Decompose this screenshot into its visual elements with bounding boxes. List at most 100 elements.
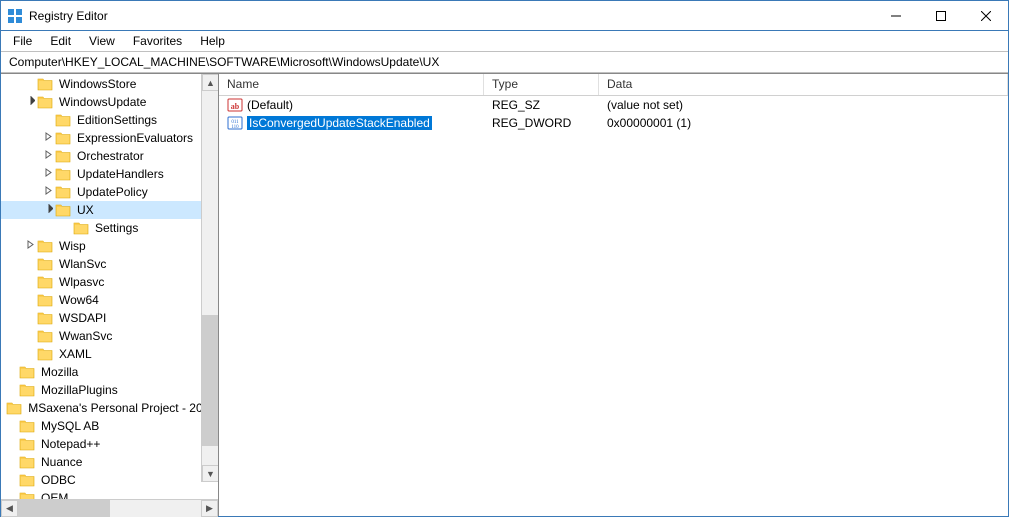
tree-item-label: Mozilla <box>39 365 80 379</box>
tree-vertical-scrollbar[interactable]: ▲ ▼ <box>201 74 218 482</box>
tree-item-label: UpdatePolicy <box>75 185 150 199</box>
tree-item[interactable]: Settings <box>1 219 218 237</box>
values-list[interactable]: ab(Default)REG_SZ(value not set)011110Is… <box>219 96 1008 516</box>
expand-icon[interactable] <box>23 240 37 252</box>
column-data[interactable]: Data <box>599 74 1008 95</box>
tree-panel: WindowsStore WindowsUpdateEditionSettings… <box>1 74 219 516</box>
menu-edit[interactable]: Edit <box>42 32 79 50</box>
tree-item[interactable]: Wisp <box>1 237 218 255</box>
scroll-up-button[interactable]: ▲ <box>202 74 218 91</box>
menu-help[interactable]: Help <box>192 32 233 50</box>
tree-item[interactable]: EditionSettings <box>1 111 218 129</box>
content-area: WindowsStore WindowsUpdateEditionSettings… <box>1 73 1008 516</box>
tree-item-label: OEM <box>39 491 70 499</box>
tree-item[interactable]: MozillaPlugins <box>1 381 218 399</box>
value-row[interactable]: ab(Default)REG_SZ(value not set) <box>219 96 1008 114</box>
scroll-down-button[interactable]: ▼ <box>202 465 218 482</box>
menubar: File Edit View Favorites Help <box>1 31 1008 51</box>
minimize-button[interactable] <box>873 1 918 30</box>
collapse-icon[interactable] <box>41 204 55 216</box>
folder-icon <box>19 365 35 379</box>
tree-item-label: MSaxena's Personal Project - 2010 <box>26 401 218 415</box>
tree-item-label: Nuance <box>39 455 84 469</box>
scroll-track[interactable] <box>18 500 201 517</box>
tree-item-label: WlanSvc <box>57 257 108 271</box>
column-type[interactable]: Type <box>484 74 599 95</box>
folder-icon <box>55 149 71 163</box>
tree-item-label: MozillaPlugins <box>39 383 120 397</box>
tree-item[interactable]: ExpressionEvaluators <box>1 129 218 147</box>
tree-item[interactable]: ODBC <box>1 471 218 489</box>
tree-item[interactable]: WwanSvc <box>1 327 218 345</box>
menu-favorites[interactable]: Favorites <box>125 32 190 50</box>
tree-item-label: Wlpasvc <box>57 275 106 289</box>
folder-icon <box>19 437 35 451</box>
expand-icon[interactable] <box>41 132 55 144</box>
tree-item-label: WwanSvc <box>57 329 114 343</box>
values-panel: Name Type Data ab(Default)REG_SZ(value n… <box>219 74 1008 516</box>
scroll-thumb[interactable] <box>202 315 218 446</box>
tree-item[interactable]: UpdatePolicy <box>1 183 218 201</box>
expand-icon[interactable] <box>41 168 55 180</box>
binary-value-icon: 011110 <box>227 115 243 131</box>
folder-icon <box>6 401 22 415</box>
tree-item-label: Wisp <box>57 239 88 253</box>
tree-item[interactable]: OEM <box>1 489 218 499</box>
window-controls <box>873 1 1008 30</box>
tree-item[interactable]: XAML <box>1 345 218 363</box>
folder-icon <box>19 419 35 433</box>
tree-item[interactable]: Nuance <box>1 453 218 471</box>
tree-item[interactable]: Wlpasvc <box>1 273 218 291</box>
column-name[interactable]: Name <box>219 74 484 95</box>
value-type: REG_SZ <box>484 98 599 112</box>
tree-item[interactable]: MySQL AB <box>1 417 218 435</box>
expand-icon[interactable] <box>41 150 55 162</box>
tree-item[interactable]: MSaxena's Personal Project - 2010 <box>1 399 218 417</box>
menu-file[interactable]: File <box>5 32 40 50</box>
folder-icon <box>37 239 53 253</box>
scroll-track[interactable] <box>202 91 218 465</box>
address-input[interactable] <box>7 54 1002 70</box>
tree-item[interactable]: WindowsUpdate <box>1 93 218 111</box>
folder-icon <box>73 221 89 235</box>
scroll-left-button[interactable]: ◀ <box>1 500 18 517</box>
app-icon <box>7 8 23 24</box>
expand-icon[interactable] <box>41 186 55 198</box>
folder-icon <box>37 275 53 289</box>
tree-horizontal-scrollbar[interactable]: ◀ ▶ <box>1 499 218 516</box>
tree-item[interactable]: WlanSvc <box>1 255 218 273</box>
scroll-right-button[interactable]: ▶ <box>201 500 218 517</box>
tree-item[interactable]: Notepad++ <box>1 435 218 453</box>
tree-item-label: WSDAPI <box>57 311 108 325</box>
folder-icon <box>37 77 53 91</box>
window-title: Registry Editor <box>29 9 108 23</box>
value-row[interactable]: 011110IsConvergedUpdateStackEnabledREG_D… <box>219 114 1008 132</box>
folder-icon <box>37 293 53 307</box>
tree-item[interactable]: Wow64 <box>1 291 218 309</box>
registry-tree[interactable]: WindowsStore WindowsUpdateEditionSettings… <box>1 74 218 499</box>
tree-item[interactable]: UX <box>1 201 218 219</box>
collapse-icon[interactable] <box>23 96 37 108</box>
tree-item[interactable]: UpdateHandlers <box>1 165 218 183</box>
tree-item-label: MySQL AB <box>39 419 101 433</box>
tree-item[interactable]: Orchestrator <box>1 147 218 165</box>
folder-icon <box>19 455 35 469</box>
maximize-button[interactable] <box>918 1 963 30</box>
tree-item[interactable]: WindowsStore <box>1 75 218 93</box>
tree-item-label: ExpressionEvaluators <box>75 131 195 145</box>
tree-item[interactable]: Mozilla <box>1 363 218 381</box>
folder-icon <box>37 347 53 361</box>
tree-item-label: UpdateHandlers <box>75 167 166 181</box>
titlebar[interactable]: Registry Editor <box>1 1 1008 31</box>
tree-item-label: WindowsStore <box>57 77 138 91</box>
folder-icon <box>55 185 71 199</box>
tree-item[interactable]: WSDAPI <box>1 309 218 327</box>
menu-view[interactable]: View <box>81 32 123 50</box>
close-button[interactable] <box>963 1 1008 30</box>
list-header: Name Type Data <box>219 74 1008 96</box>
tree-item-label: Settings <box>93 221 140 235</box>
scroll-thumb[interactable] <box>18 500 110 517</box>
folder-icon <box>55 113 71 127</box>
svg-text:110: 110 <box>231 125 239 130</box>
tree-item-label: Notepad++ <box>39 437 102 451</box>
